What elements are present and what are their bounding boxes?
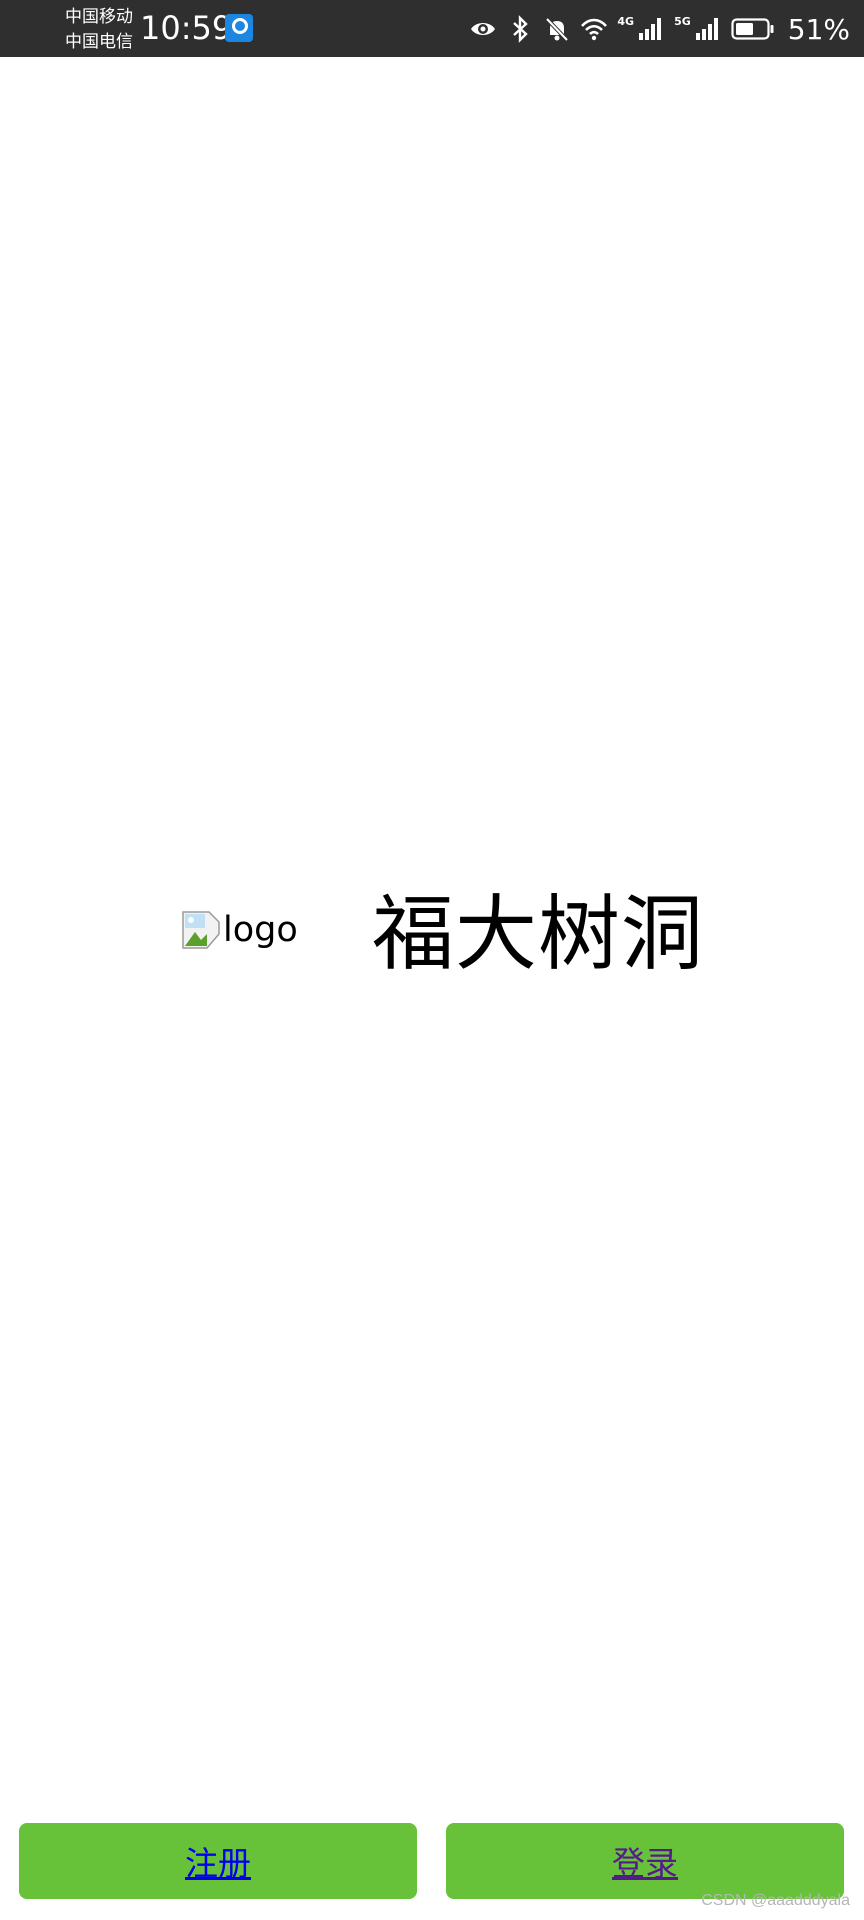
- login-button[interactable]: 登录: [446, 1823, 844, 1899]
- net-type-5g: 5G: [674, 14, 691, 28]
- broken-image-icon: [182, 911, 220, 949]
- app-notification-icon: [225, 14, 253, 42]
- carrier-secondary: 中国电信: [65, 32, 133, 52]
- app-title: 福大树洞: [372, 887, 705, 982]
- battery-icon: [731, 18, 774, 40]
- status-icons: 4G 5G 51%: [469, 9, 850, 49]
- bell-off-icon: [545, 17, 569, 42]
- watermark: CSDN @aaadddyala: [701, 1892, 850, 1909]
- logo-alt-text: logo: [223, 910, 298, 950]
- battery-percent: 51%: [787, 12, 850, 46]
- brand-header: logo 福大树洞: [0, 880, 864, 990]
- signal-5g-icon: [695, 18, 718, 40]
- carrier-primary: 中国移动: [65, 7, 133, 27]
- status-time: 10:59: [140, 9, 233, 47]
- status-bar: 中国移动 中国电信 10:59 4G 5G 51%: [0, 0, 864, 57]
- wifi-icon: [581, 18, 608, 41]
- net-type-4g: 4G: [617, 14, 635, 28]
- logo-image: logo: [181, 908, 298, 952]
- carrier-info: 中国移动 中国电信: [65, 5, 133, 55]
- eye-icon: [471, 23, 496, 35]
- signal-4g-icon: [639, 18, 662, 40]
- register-button[interactable]: 注册: [19, 1823, 417, 1899]
- bluetooth-icon: [513, 15, 529, 43]
